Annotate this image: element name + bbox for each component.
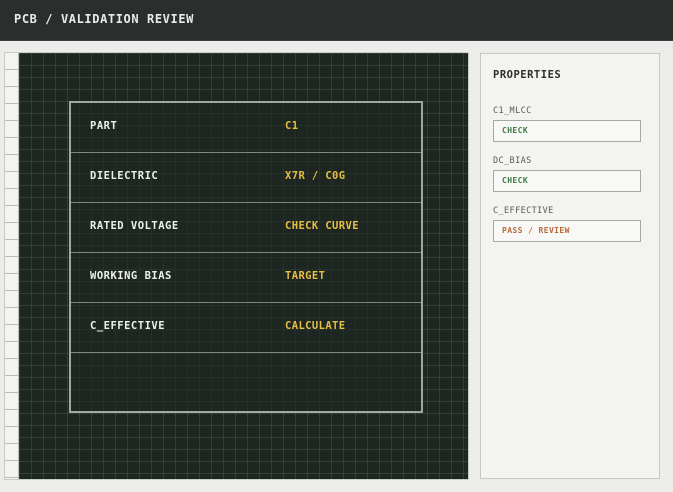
pcb-canvas[interactable]: PART C1 DIELECTRIC X7R / C0G RATED VOLTA… [19, 53, 468, 479]
property-label: C1_MLCC [493, 106, 532, 116]
table-row-c-effective[interactable]: C_EFFECTIVE CALCULATE [71, 303, 421, 353]
property-value-field[interactable]: PASS / REVIEW [493, 220, 641, 242]
top-bar: PCB / VALIDATION REVIEW [0, 0, 673, 41]
pcb-canvas-frame: PART C1 DIELECTRIC X7R / C0G RATED VOLTA… [4, 52, 469, 480]
table-row-rated-voltage[interactable]: RATED VOLTAGE CHECK CURVE [71, 203, 421, 253]
table-row-part[interactable]: PART C1 [71, 103, 421, 153]
property-value-field[interactable]: CHECK [493, 170, 641, 192]
status-badge: CHECK [502, 176, 529, 185]
row-value: X7R / C0G [285, 170, 346, 182]
row-value: CHECK CURVE [285, 220, 359, 232]
status-badge: CHECK [502, 126, 529, 135]
row-label: DIELECTRIC [90, 170, 159, 182]
part-spec-table[interactable]: PART C1 DIELECTRIC X7R / C0G RATED VOLTA… [69, 101, 423, 413]
status-badge: PASS / REVIEW [502, 226, 570, 235]
property-label: C_EFFECTIVE [493, 206, 554, 216]
property-value-field[interactable]: CHECK [493, 120, 641, 142]
row-value: CALCULATE [285, 320, 346, 332]
row-value: C1 [285, 120, 299, 132]
property-label: DC_BIAS [493, 156, 532, 166]
table-row-dielectric[interactable]: DIELECTRIC X7R / C0G [71, 153, 421, 203]
app-window: PCB / VALIDATION REVIEW PART C1 DIELECTR… [0, 0, 673, 492]
properties-title: PROPERTIES [493, 69, 562, 81]
property-c-effective: C_EFFECTIVE PASS / REVIEW [493, 206, 641, 242]
vertical-ruler [5, 53, 19, 479]
property-c1-mlcc: C1_MLCC CHECK [493, 106, 641, 142]
properties-panel: PROPERTIES C1_MLCC CHECK DC_BIAS CHECK C… [480, 53, 660, 479]
table-row-working-bias[interactable]: WORKING BIAS TARGET [71, 253, 421, 303]
row-label: RATED VOLTAGE [90, 220, 179, 232]
row-label: WORKING BIAS [90, 270, 172, 282]
page-title: PCB / VALIDATION REVIEW [14, 12, 194, 26]
row-value: TARGET [285, 270, 326, 282]
row-label: C_EFFECTIVE [90, 320, 166, 332]
row-label: PART [90, 120, 118, 132]
property-dc-bias: DC_BIAS CHECK [493, 156, 641, 192]
